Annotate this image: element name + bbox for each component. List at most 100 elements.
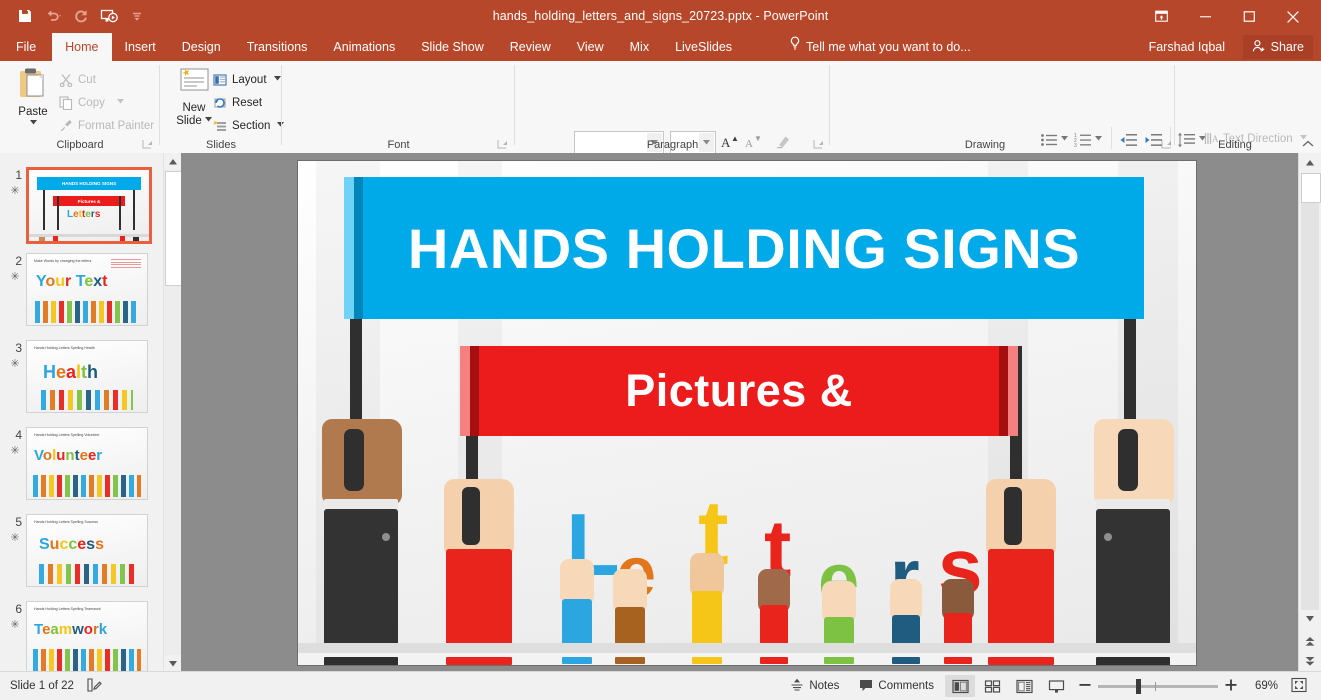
thumb-title: Hands Holding Letters Spelling Teamwork [34, 607, 101, 611]
thumbnail-scrollbar[interactable] [163, 153, 182, 672]
slide-thumbnail-pane[interactable]: 1 ✳ HANDS HOLDING SIGNS Pictures & Lette… [0, 153, 163, 672]
ribbon-display-options-icon[interactable] [1139, 3, 1183, 30]
tab-transitions[interactable]: Transitions [234, 33, 321, 61]
ribbon-tabs: File Home Insert Design Transitions Anim… [0, 33, 745, 61]
ribbon-group-clipboard: Paste Cut Copy Format Painter Clipboard [0, 61, 160, 153]
slide-scrollbar[interactable] [1298, 153, 1321, 672]
slide-thumbnail-5[interactable]: Hands Holding Letters Spelling Success S… [26, 514, 148, 587]
slide-scroll-up-icon[interactable] [1301, 154, 1319, 172]
tab-home[interactable]: Home [52, 33, 112, 61]
drawing-dialog-launcher[interactable] [1161, 139, 1172, 150]
tell-me-search[interactable]: Tell me what you want to do... [789, 33, 971, 61]
paragraph-dialog-launcher[interactable] [813, 139, 824, 150]
ribbon-tab-strip: File Home Insert Design Transitions Anim… [0, 33, 1321, 61]
thumb-title: Hands Holding Letters Spelling Success [34, 520, 98, 524]
comments-button[interactable]: Comments [850, 675, 943, 697]
zoom-out-button[interactable] [1079, 679, 1091, 694]
quick-access-toolbar [12, 3, 150, 29]
thumb-number: 5 [15, 515, 22, 529]
format-painter-label: Format Painter [78, 119, 155, 132]
start-presentation-icon[interactable] [96, 3, 122, 29]
normal-view-button[interactable] [945, 675, 975, 697]
layout-button[interactable]: Layout [212, 69, 281, 90]
title-bar: hands_holding_letters_and_signs_20723.pp… [0, 0, 1321, 33]
reading-view-button[interactable] [1009, 675, 1039, 697]
slide-thumbnail-4[interactable]: Hands Holding Letters Spelling Volunteer… [26, 427, 148, 500]
next-slide-button[interactable] [1301, 652, 1319, 670]
new-slide-label-line1: New [182, 102, 206, 114]
slide-sorter-view-button[interactable] [977, 675, 1007, 697]
paragraph-group-label: Paragraph [646, 139, 699, 151]
tab-liveslides[interactable]: LiveSlides [662, 33, 745, 61]
ribbon-group-slides: New Slide Layout Reset Section Slides [160, 61, 285, 153]
slide-thumbnail-3[interactable]: Hands Holding Letters Spelling Health He… [26, 340, 148, 413]
zoom-control[interactable]: 69% [1073, 677, 1313, 696]
tab-view[interactable]: View [564, 33, 617, 61]
save-icon[interactable] [12, 3, 38, 29]
tab-animations[interactable]: Animations [320, 33, 408, 61]
paste-chevron-down-icon[interactable] [29, 119, 37, 127]
tab-design[interactable]: Design [169, 33, 234, 61]
section-button[interactable]: Section [212, 115, 285, 136]
zoom-slider[interactable] [1098, 678, 1218, 694]
section-icon [212, 118, 228, 134]
account-name[interactable]: Farshad Iqbal [1149, 33, 1225, 61]
share-person-icon [1252, 39, 1266, 56]
thumb-title: Hands Holding Letters Spelling Volunteer [34, 433, 100, 437]
accessibility-icon[interactable] [86, 677, 102, 696]
cut-button[interactable]: Cut [58, 69, 96, 90]
thumbnail-scroll-up-icon[interactable] [164, 153, 181, 170]
zoom-slider-thumb[interactable] [1136, 678, 1141, 694]
copy-chevron-down-icon[interactable] [116, 99, 124, 106]
slide-scrollbar-track[interactable] [1301, 173, 1319, 610]
tab-review[interactable]: Review [497, 33, 564, 61]
thumb-number: 4 [15, 428, 22, 442]
thumbnail-scroll-down-icon[interactable] [164, 655, 181, 672]
new-slide-chevron-down-icon[interactable] [204, 117, 212, 124]
ribbon-group-font: A▲ A▼ B I U S abc AV Aa A [282, 61, 800, 180]
scissors-icon [58, 72, 74, 88]
collapse-ribbon-button[interactable] [1301, 137, 1315, 151]
zoom-in-button[interactable] [1225, 679, 1237, 694]
notes-button[interactable]: Notes [781, 675, 848, 697]
previous-slide-button[interactable] [1301, 632, 1319, 650]
format-painter-button[interactable]: Format Painter [58, 115, 154, 136]
zoom-percentage[interactable]: 69% [1244, 680, 1278, 692]
redo-icon[interactable] [68, 3, 94, 29]
paste-label: Paste [18, 106, 48, 118]
undo-icon[interactable] [40, 3, 66, 29]
tab-insert[interactable]: Insert [112, 33, 169, 61]
slide-thumbnail-1[interactable]: HANDS HOLDING SIGNS Pictures & Letters [26, 167, 152, 244]
reset-label: Reset [232, 96, 263, 109]
tab-slide-show[interactable]: Slide Show [408, 33, 497, 61]
slide-scrollbar-thumb[interactable] [1301, 173, 1321, 203]
customize-qat-icon[interactable] [124, 3, 150, 29]
slide-scroll-down-icon[interactable] [1301, 610, 1319, 628]
slide-thumbnail-2[interactable]: Make Words by changing the letters Your … [26, 253, 148, 326]
paste-button[interactable]: Paste [6, 67, 60, 127]
tab-mix[interactable]: Mix [617, 33, 662, 61]
thumb-animation-star-icon: ✳ [10, 271, 20, 283]
clipboard-dialog-launcher[interactable] [142, 139, 153, 150]
thumb-number: 2 [15, 254, 22, 268]
reset-button[interactable]: Reset [212, 92, 262, 113]
font-dialog-launcher[interactable] [497, 139, 508, 150]
thumbnail-scrollbar-thumb[interactable] [165, 171, 182, 286]
fit-slide-to-window-icon[interactable] [1291, 677, 1307, 696]
layout-chevron-down-icon[interactable] [273, 76, 281, 83]
thumb-animation-star-icon: ✳ [10, 185, 20, 197]
tab-file[interactable]: File [0, 33, 52, 61]
minimize-icon[interactable] [1183, 3, 1227, 30]
zoom-slider-midpoint [1155, 681, 1156, 691]
thumb-title: Make Words by changing the letters [34, 259, 92, 263]
window-title: hands_holding_letters_and_signs_20723.pp… [492, 9, 829, 23]
close-icon[interactable] [1271, 3, 1315, 30]
maximize-icon[interactable] [1227, 3, 1271, 30]
share-button[interactable]: Share [1242, 35, 1313, 59]
slide-show-view-button[interactable] [1041, 675, 1071, 697]
slide-thumbnail-6[interactable]: Hands Holding Letters Spelling Teamwork … [26, 601, 148, 672]
slide-editing-area[interactable]: HANDS HOLDING SIGNS Pictures & L t t e r… [181, 153, 1299, 672]
copy-button[interactable]: Copy [58, 92, 124, 113]
new-slide-icon [176, 67, 212, 100]
layout-label: Layout [232, 73, 267, 86]
